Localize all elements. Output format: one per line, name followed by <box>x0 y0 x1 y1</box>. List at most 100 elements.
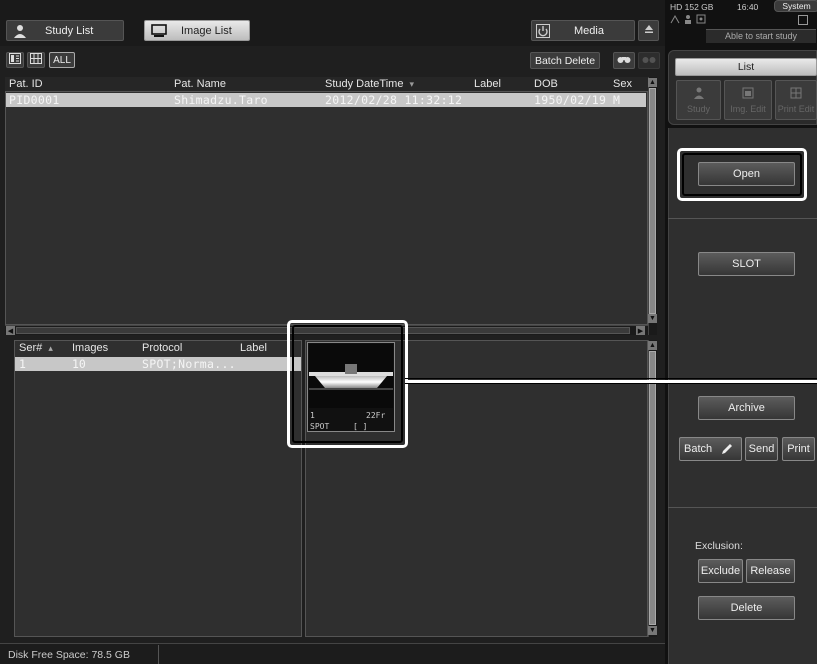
delete-button[interactable]: Delete <box>698 596 795 620</box>
study-list-button[interactable]: Study List <box>6 20 124 41</box>
series-ser: 1 <box>19 357 26 371</box>
header-protocol[interactable]: Protocol <box>142 342 182 354</box>
pencil-icon <box>720 442 734 456</box>
send-button[interactable]: Send <box>745 437 778 461</box>
print-button[interactable]: Print <box>782 437 815 461</box>
tab-list[interactable]: List <box>675 58 817 76</box>
header-pat-name[interactable]: Pat. Name <box>174 78 226 90</box>
scroll-right-icon[interactable]: ▶ <box>636 326 645 335</box>
row-dob: 1950/02/19 <box>534 93 607 107</box>
network-icon <box>670 14 680 24</box>
tab-img-edit[interactable]: Img. Edit <box>724 80 772 120</box>
binoculars-icon <box>617 54 631 67</box>
eject-icon <box>644 24 654 37</box>
header-study-datetime-label: Study DateTime <box>325 78 404 90</box>
filter-all-label: ALL <box>53 54 71 66</box>
slot-button[interactable]: SLOT <box>698 252 795 276</box>
disk-free-space: Disk Free Space: 78.5 GB <box>8 649 130 661</box>
image-list-button[interactable]: Image List <box>144 20 250 41</box>
row-pat-id: PID0001 <box>9 93 60 107</box>
thumbnail-highlight-inner <box>292 325 403 443</box>
slot-label: SLOT <box>732 258 761 270</box>
study-table <box>5 77 648 325</box>
exclusion-label: Exclusion: <box>695 540 743 552</box>
tab-print-edit[interactable]: Print Edit <box>775 80 817 120</box>
callout-line-edge-top <box>405 378 817 379</box>
row-pat-name: Shimadzu.Taro <box>174 93 268 107</box>
exclude-button[interactable]: Exclude <box>698 559 743 583</box>
series-images: 10 <box>72 357 86 371</box>
tab-print-edit-label: Print Edit <box>777 103 815 114</box>
sort-asc-icon: ▴ <box>48 343 53 353</box>
header-series-label[interactable]: Label <box>240 342 267 354</box>
layout-grid-button[interactable] <box>27 52 45 68</box>
scroll-left-icon[interactable]: ◀ <box>6 326 15 335</box>
release-label: Release <box>750 565 791 577</box>
system-button[interactable]: System <box>774 0 817 12</box>
batch-delete-label: Batch Delete <box>534 54 596 67</box>
header-sex[interactable]: Sex <box>613 78 632 90</box>
print-label: Print <box>787 443 810 455</box>
monitor-icon <box>151 23 167 38</box>
print-layout-icon <box>790 87 802 101</box>
action-divider-1 <box>668 218 817 219</box>
batch-delete-button[interactable]: Batch Delete <box>530 52 600 69</box>
exclude-label: Exclude <box>700 565 741 577</box>
disc-icon <box>696 14 706 24</box>
tab-study[interactable]: Study <box>676 80 721 120</box>
search-clear-button[interactable] <box>638 52 660 69</box>
split-view-icon <box>9 53 21 67</box>
archive-button[interactable]: Archive <box>698 396 795 420</box>
tab-img-edit-label: Img. Edit <box>730 103 766 114</box>
release-button[interactable]: Release <box>746 559 795 583</box>
status-icons <box>670 14 730 26</box>
power-icon <box>536 23 550 38</box>
study-list-label: Study List <box>45 24 94 37</box>
person-icon <box>13 24 27 38</box>
filter-all-button[interactable]: ALL <box>49 52 75 68</box>
grid-icon <box>30 53 42 67</box>
media-button[interactable]: Media <box>531 20 635 41</box>
tab-list-label: List <box>737 61 755 73</box>
image-edit-icon <box>742 87 754 101</box>
send-label: Send <box>748 443 775 455</box>
action-divider-2 <box>668 507 817 508</box>
thumbnail-vscroll-thumb[interactable] <box>649 351 656 625</box>
header-label[interactable]: Label <box>474 78 501 90</box>
header-dob[interactable]: DOB <box>534 78 558 90</box>
delete-label: Delete <box>730 602 763 614</box>
header-ser[interactable]: Ser# ▴ <box>19 342 53 354</box>
binoculars-disabled-icon <box>642 54 656 67</box>
header-images[interactable]: Images <box>72 342 108 354</box>
batch-label: Batch <box>684 443 713 455</box>
person-tab-icon <box>693 87 705 101</box>
batch-button[interactable]: Batch <box>679 437 742 461</box>
disk-status: HD 152 GB <box>670 2 714 12</box>
media-label: Media <box>574 24 604 37</box>
study-table-vscroll-thumb[interactable] <box>649 88 656 314</box>
row-sex: M <box>613 93 620 107</box>
eject-button[interactable] <box>638 20 659 41</box>
scroll-up-icon[interactable]: ▲ <box>648 78 657 87</box>
row-study-datetime: 2012/02/28 11:32:12 <box>325 93 463 107</box>
open-highlight-inner <box>682 153 802 196</box>
search-button[interactable] <box>613 52 635 69</box>
sort-desc-icon: ▾ <box>409 79 415 89</box>
thumb-scroll-down-icon[interactable]: ▼ <box>648 626 657 635</box>
tab-study-label: Study <box>686 103 710 114</box>
header-pat-id[interactable]: Pat. ID <box>9 78 43 90</box>
layout-split-button[interactable] <box>6 52 24 68</box>
header-ser-label: Ser# <box>19 342 43 354</box>
thumb-scroll-up-icon[interactable]: ▲ <box>648 341 657 350</box>
image-list-label: Image List <box>181 24 232 37</box>
keyboard-icon <box>798 15 808 25</box>
series-protocol: SPOT;Norma... <box>142 357 236 371</box>
footer-divider <box>158 645 159 664</box>
person-status-icon <box>683 14 693 24</box>
system-label: System <box>782 1 811 11</box>
archive-label: Archive <box>728 402 765 414</box>
series-table <box>14 340 302 637</box>
scroll-down-icon[interactable]: ▼ <box>648 314 657 323</box>
header-study-datetime[interactable]: Study DateTime ▾ <box>325 78 414 90</box>
callout-line-edge-bottom <box>405 383 817 384</box>
